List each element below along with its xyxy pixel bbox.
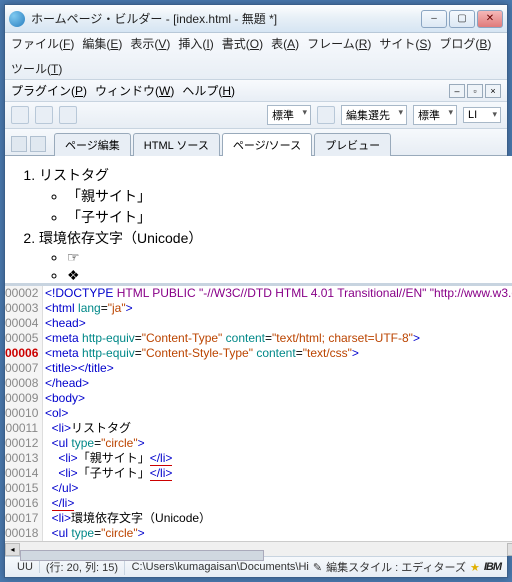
preview-sub-1: 「親サイト」	[67, 186, 508, 206]
tab-bar: ページ編集HTML ソースページ/ソースプレビュー	[5, 129, 507, 156]
source-line[interactable]: 00005<meta http-equiv="Content-Type" con…	[5, 331, 512, 346]
window-title: ホームページ・ビルダー - [index.html - 無題 *]	[31, 10, 421, 27]
source-line[interactable]: 00011 <li>リストタグ	[5, 421, 512, 436]
source-line[interactable]: 00014 <li>「子サイト」</li>	[5, 466, 512, 481]
tab-lead-icon-1[interactable]	[11, 136, 27, 152]
scroll-left-button[interactable]: ◂	[5, 543, 20, 556]
tab-0[interactable]: ページ編集	[54, 133, 131, 156]
menu-表[interactable]: 表(A)	[271, 35, 299, 52]
toolbar: 標準 編集選先 標準 LI	[5, 102, 507, 129]
status-mode: UU	[11, 561, 40, 573]
source-line[interactable]: 00002<!DOCTYPE HTML PUBLIC "-//W3C//DTD …	[5, 286, 512, 301]
menu-表示[interactable]: 表示(V)	[130, 35, 170, 52]
source-pane[interactable]: 00002<!DOCTYPE HTML PUBLIC "-//W3C//DTD …	[5, 286, 512, 541]
menu-挿入[interactable]: 挿入(I)	[178, 35, 213, 52]
menu-サイト[interactable]: サイト(S)	[379, 35, 431, 52]
menu-ブログ[interactable]: ブログ(B)	[439, 35, 491, 52]
mdi-minimize-button[interactable]: –	[449, 84, 465, 98]
tab-2[interactable]: ページ/ソース	[222, 133, 312, 156]
style-select-2[interactable]: 標準	[413, 105, 457, 125]
preview-item-2: 環境依存文字（Unicode） ☞ ❖	[39, 228, 508, 284]
tab-3[interactable]: プレビュー	[314, 133, 391, 156]
menu-編集[interactable]: 編集(E)	[82, 35, 122, 52]
source-line[interactable]: 00007<title></title>	[5, 361, 512, 376]
status-star-icon: ★	[470, 561, 480, 574]
preview-sub-4: ❖	[67, 267, 508, 284]
source-line[interactable]: 00016 </li>	[5, 496, 512, 511]
app-icon	[9, 11, 25, 27]
edit-select[interactable]: 編集選先	[341, 105, 407, 125]
menu-フレーム[interactable]: フレーム(R)	[307, 35, 371, 52]
menu-ウィンドウ[interactable]: ウィンドウ(W)	[95, 82, 174, 99]
menu-bar-2: プラグイン(P) ウィンドウ(W) ヘルプ(H) – ▫ ×	[5, 80, 507, 102]
tab-1[interactable]: HTML ソース	[133, 133, 220, 156]
horizontal-scrollbar[interactable]: ◂ ▸	[5, 541, 512, 556]
title-bar: ホームページ・ビルダー - [index.html - 無題 *] – ▢ ✕	[5, 5, 507, 33]
tool-icon-3[interactable]	[59, 106, 77, 124]
status-style-icon: ✎	[313, 561, 322, 574]
ibm-logo: IBM	[484, 561, 501, 573]
menu-ツール[interactable]: ツール(T)	[11, 60, 62, 77]
maximize-button[interactable]: ▢	[449, 10, 475, 28]
tag-select[interactable]: LI	[463, 107, 501, 123]
source-line[interactable]: 00013 <li>「親サイト」</li>	[5, 451, 512, 466]
close-button[interactable]: ✕	[477, 10, 503, 28]
menu-ヘルプ[interactable]: ヘルプ(H)	[182, 82, 235, 99]
tool-icon-2[interactable]	[35, 106, 53, 124]
source-line[interactable]: 00015 </ul>	[5, 481, 512, 496]
preview-sub-2: 「子サイト」	[67, 207, 508, 227]
tool-icon-4[interactable]	[317, 106, 335, 124]
source-line[interactable]: 00018 <ul type="circle">	[5, 526, 512, 541]
mdi-close-button[interactable]: ×	[485, 84, 501, 98]
source-line[interactable]: 00003<html lang="ja">	[5, 301, 512, 316]
minimize-button[interactable]: –	[421, 10, 447, 28]
menu-ファイル[interactable]: ファイル(F)	[11, 35, 74, 52]
preview-pane[interactable]: リストタグ 「親サイト」 「子サイト」 環境依存文字（Unicode） ☞ ❖	[5, 156, 512, 286]
source-line[interactable]: 00008</head>	[5, 376, 512, 391]
mdi-restore-button[interactable]: ▫	[467, 84, 483, 98]
source-line[interactable]: 00009<body>	[5, 391, 512, 406]
source-line[interactable]: 00006<meta http-equiv="Content-Style-Typ…	[5, 346, 512, 361]
source-line[interactable]: 00010<ol>	[5, 406, 512, 421]
menu-書式[interactable]: 書式(O)	[222, 35, 263, 52]
tool-icon-1[interactable]	[11, 106, 29, 124]
source-line[interactable]: 00017 <li>環境依存文字（Unicode）	[5, 511, 512, 526]
scroll-thumb[interactable]	[20, 550, 264, 561]
menu-プラグイン[interactable]: プラグイン(P)	[11, 82, 87, 99]
preview-item-1: リストタグ 「親サイト」 「子サイト」	[39, 165, 508, 227]
source-line[interactable]: 00012 <ul type="circle">	[5, 436, 512, 451]
scroll-right-button[interactable]: ▸	[507, 543, 512, 556]
status-position: (行: 20, 列: 15)	[40, 559, 125, 575]
status-path: C:\Users\kumagaisan\Documents\Hi	[132, 561, 309, 573]
menu-bar-1: ファイル(F) 編集(E) 表示(V) 挿入(I) 書式(O) 表(A) フレーム(R) サイ…	[5, 33, 507, 80]
preview-sub-3: ☞	[67, 249, 508, 266]
tab-lead-icon-2[interactable]	[30, 136, 46, 152]
source-line[interactable]: 00004<head>	[5, 316, 512, 331]
style-select-1[interactable]: 標準	[267, 105, 311, 125]
status-style: 編集スタイル : エディターズ	[326, 559, 466, 575]
